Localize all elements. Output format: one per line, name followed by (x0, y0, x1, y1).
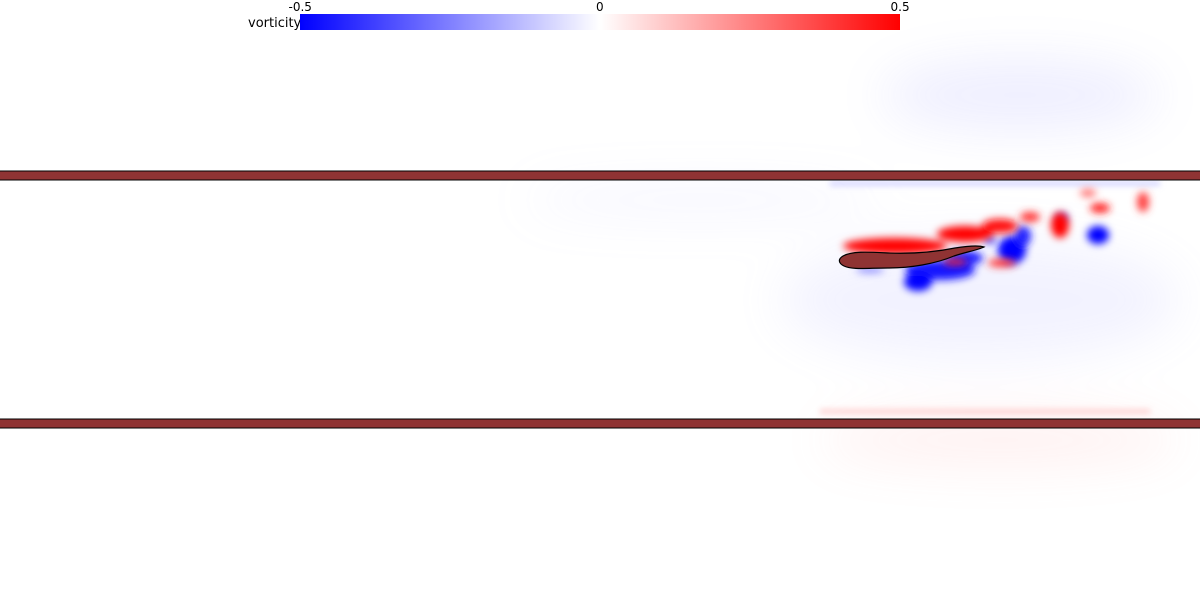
colorbar (300, 14, 900, 30)
colorbar-title: vorticity (248, 16, 302, 31)
colorbar-gradient (300, 14, 900, 30)
colorbar-tick-label: 0.5 (890, 0, 910, 14)
colorbar-tick-label: -0.5 (288, 0, 312, 14)
top-wall (0, 170, 1200, 181)
colorbar-tick-label: 0 (596, 0, 604, 14)
bottom-wall (0, 418, 1200, 429)
vorticity-field (0, 60, 1200, 465)
